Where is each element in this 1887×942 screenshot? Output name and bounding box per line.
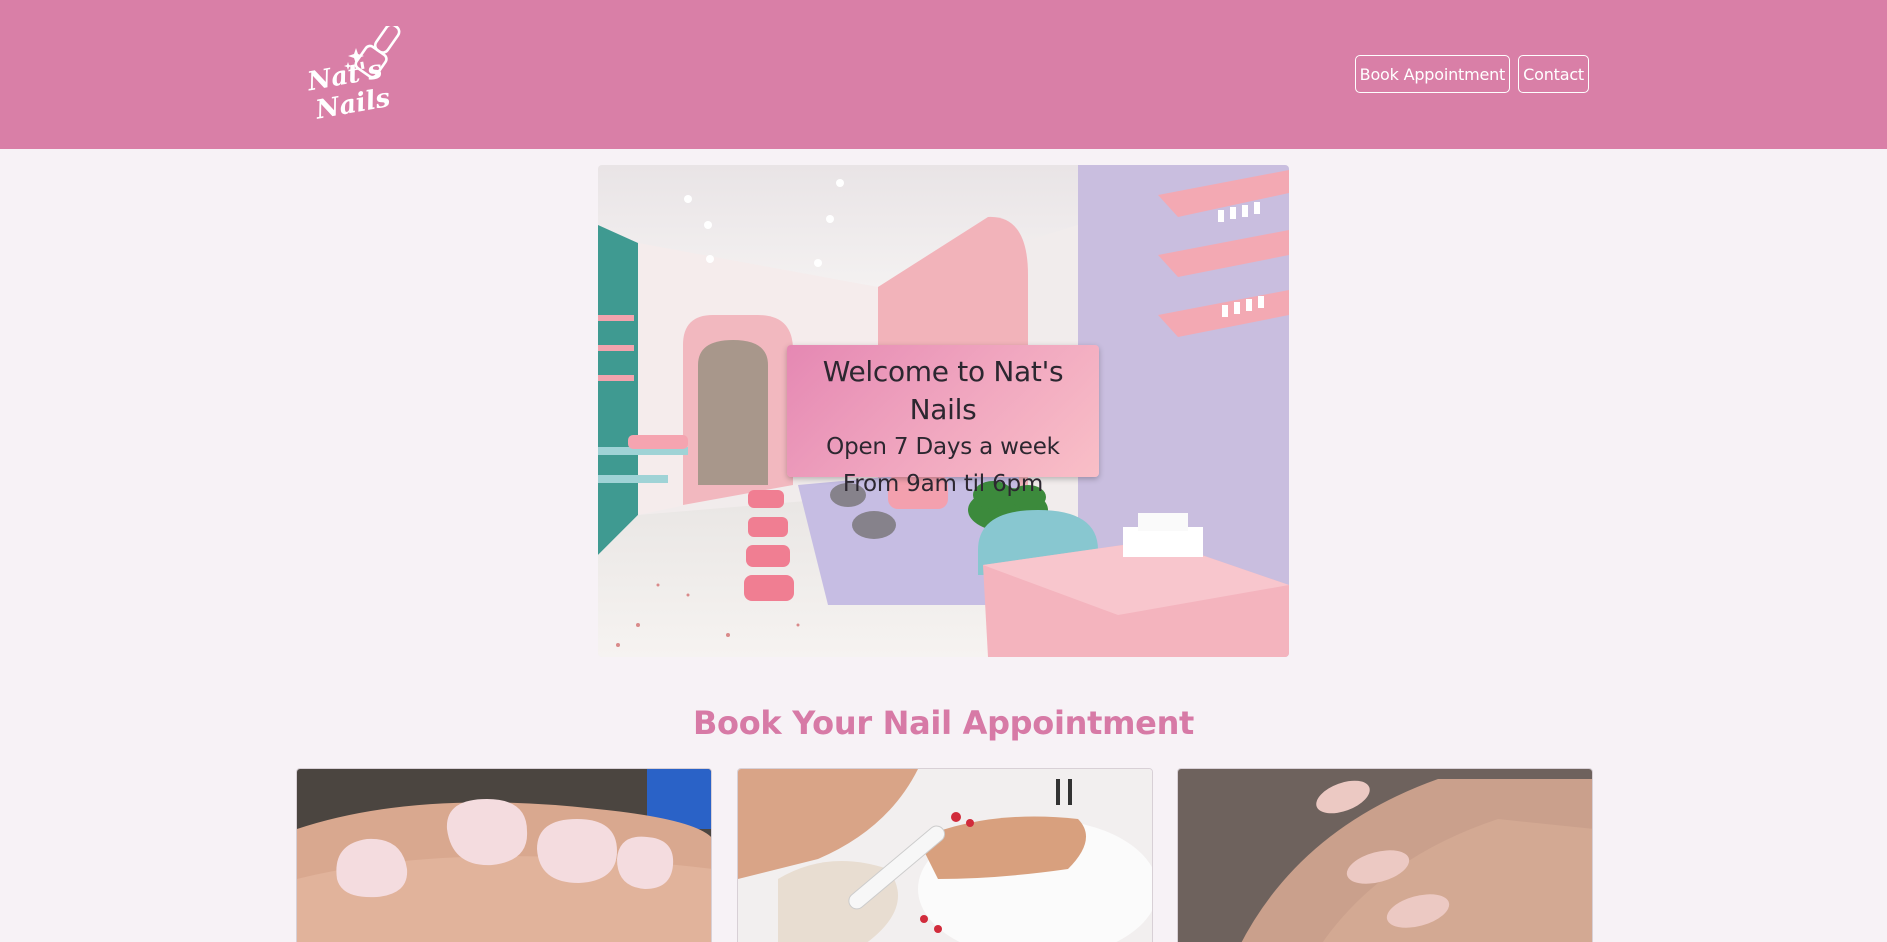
welcome-banner: Welcome to Nat's Nails Open 7 Days a wee…: [787, 345, 1099, 497]
opening-days-text: Open 7 Days a week: [826, 434, 1060, 460]
service-card-pedicure[interactable]: [737, 768, 1153, 942]
nats-nails-logo[interactable]: Nat's Nails: [304, 23, 416, 126]
service-card-manicure[interactable]: [1177, 768, 1593, 942]
natural-manicure-photo: [1178, 769, 1592, 942]
opening-hours-text: From 9am til 6pm: [842, 471, 1044, 497]
main-nav: Book Appointment Contact: [1354, 55, 1589, 93]
section-title: Book Your Nail Appointment: [692, 704, 1195, 742]
pink-acrylic-nails-photo: [297, 769, 711, 942]
service-card-acrylic[interactable]: [296, 768, 712, 942]
welcome-title: Welcome to Nat's Nails: [822, 355, 1064, 426]
contact-button[interactable]: Contact: [1518, 55, 1589, 93]
site-header: Nat's Nails Book Appointment Contact: [0, 0, 1887, 149]
logo-image: Nat's Nails: [304, 23, 401, 126]
book-appointment-button[interactable]: Book Appointment: [1354, 55, 1511, 93]
pedicure-nail-file-photo: [738, 769, 1152, 942]
